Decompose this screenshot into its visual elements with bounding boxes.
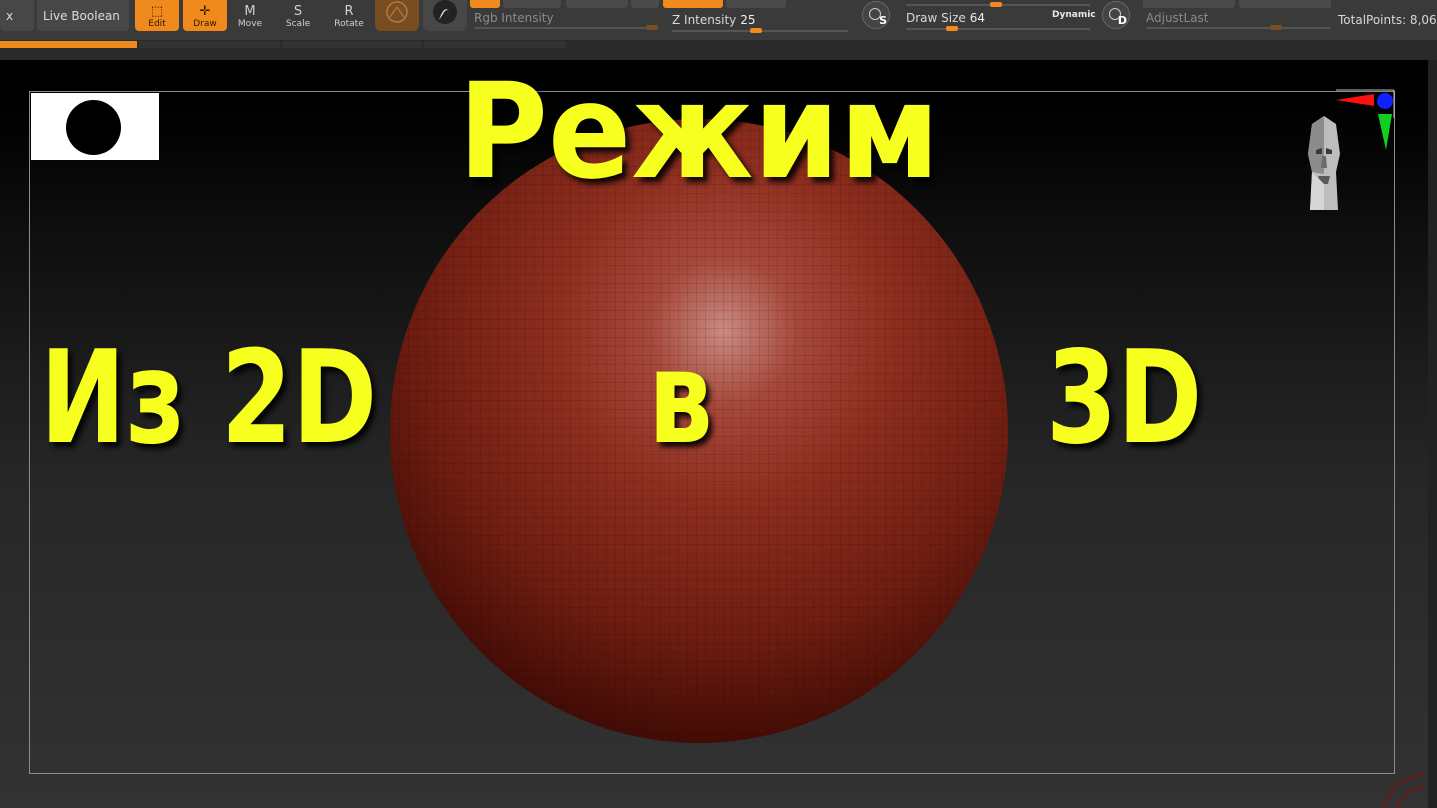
dynamic-toggle[interactable]: Dynamic bbox=[1052, 10, 1096, 20]
material-button[interactable] bbox=[375, 0, 419, 31]
zadd-toggle[interactable] bbox=[663, 0, 723, 8]
total-points-readout: TotalPoints: 8,066 bbox=[1338, 13, 1437, 27]
edit-button[interactable]: ⬚ Edit bbox=[135, 0, 179, 31]
focal-shift-knob[interactable] bbox=[990, 2, 1002, 7]
rgb-toggle[interactable] bbox=[470, 0, 500, 8]
rotate-button[interactable]: R Rotate bbox=[327, 0, 371, 31]
scale-label: Scale bbox=[285, 19, 311, 29]
z-intensity-label: Z Intensity 25 bbox=[672, 13, 756, 27]
rotate-icon: R bbox=[344, 4, 354, 19]
move-label: Move bbox=[237, 19, 263, 29]
z-intensity-value: 25 bbox=[740, 13, 756, 27]
progress-strip-active bbox=[0, 41, 137, 48]
focal-shift-slider[interactable] bbox=[906, 2, 1090, 7]
progress-strip-segment-3 bbox=[282, 41, 422, 48]
alpha-dot-icon bbox=[66, 100, 121, 155]
texture-swirl-icon bbox=[433, 0, 457, 24]
scale-icon: S bbox=[293, 4, 303, 19]
draw-size-knob[interactable] bbox=[946, 26, 958, 31]
live-boolean-button[interactable]: Live Boolean bbox=[37, 0, 129, 31]
move-icon: M bbox=[244, 4, 256, 19]
replay-last-rel-button[interactable] bbox=[1239, 0, 1331, 8]
replay-last-button[interactable] bbox=[1143, 0, 1235, 8]
alpha-preview bbox=[31, 93, 159, 160]
corner-indicator-icon bbox=[1383, 773, 1427, 808]
dots-button[interactable]: D bbox=[1102, 1, 1130, 29]
progress-strip-segment-4 bbox=[424, 41, 566, 48]
progress-strip-segment-2 bbox=[139, 41, 280, 48]
headline-title: Режим bbox=[458, 55, 940, 209]
adjust-last-label: AdjustLast bbox=[1146, 11, 1209, 25]
draw-label: Draw bbox=[193, 19, 217, 29]
adjust-last-slider[interactable] bbox=[1146, 25, 1330, 30]
m-toggle[interactable] bbox=[631, 0, 659, 8]
zsub-toggle[interactable] bbox=[726, 0, 786, 8]
top-toolbar: x Live Boolean ⬚ Edit ✛ Draw M Move S Sc… bbox=[0, 0, 1437, 40]
headline-3d: 3D bbox=[1046, 324, 1203, 473]
mrgb-toggle[interactable] bbox=[503, 0, 561, 8]
canvas-scrollbar[interactable] bbox=[1428, 60, 1437, 808]
rotate-label: Rotate bbox=[334, 19, 364, 29]
draw-icon: ✛ bbox=[199, 4, 211, 19]
live-boolean-label: Live Boolean bbox=[43, 8, 120, 23]
stroke-letter: S bbox=[879, 14, 887, 27]
adjust-last-knob[interactable] bbox=[1270, 25, 1282, 30]
axis-gizmo-icon[interactable] bbox=[1334, 88, 1396, 154]
toolbar-cell-x-label: x bbox=[6, 8, 14, 23]
stroke-button[interactable]: S bbox=[862, 1, 890, 29]
z-intensity-knob[interactable] bbox=[750, 28, 762, 33]
rgb-intensity-label: Rgb Intensity bbox=[474, 11, 554, 25]
headline-to: в bbox=[648, 324, 713, 473]
headline-from-2d: Из 2D bbox=[40, 324, 378, 473]
move-button[interactable]: M Move bbox=[228, 0, 272, 31]
material-sphere-icon bbox=[386, 1, 408, 23]
rgb-intensity-knob[interactable] bbox=[646, 25, 658, 30]
draw-size-label: Draw Size 64 bbox=[906, 11, 986, 25]
draw-size-value: 64 bbox=[969, 11, 986, 25]
scale-button[interactable]: S Scale bbox=[276, 0, 320, 31]
texture-button[interactable] bbox=[423, 0, 467, 31]
draw-button[interactable]: ✛ Draw bbox=[183, 0, 227, 31]
rgb-intensity-slider[interactable] bbox=[474, 25, 658, 30]
rgb-mode-toggle[interactable] bbox=[566, 0, 628, 8]
edit-icon: ⬚ bbox=[150, 4, 164, 19]
toolbar-cell-x[interactable]: x bbox=[0, 0, 34, 31]
dots-letter: D bbox=[1117, 14, 1127, 27]
draw-size-slider[interactable] bbox=[906, 26, 1090, 31]
z-intensity-slider[interactable] bbox=[672, 28, 848, 33]
edit-label: Edit bbox=[148, 19, 166, 29]
